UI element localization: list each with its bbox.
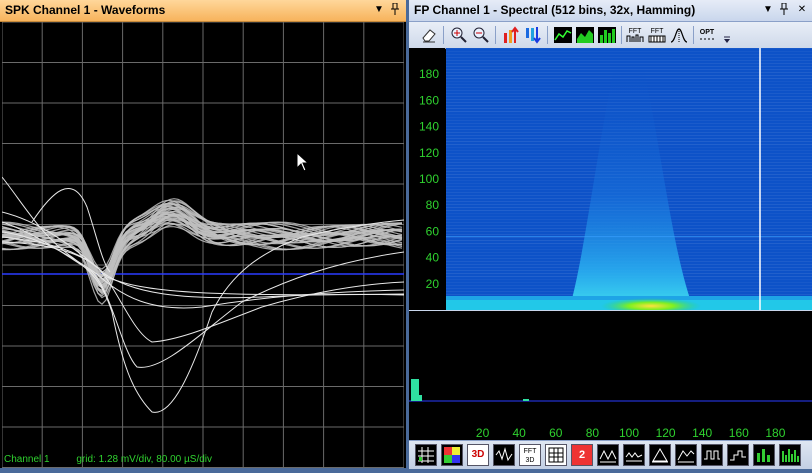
y-tick-label: 40 — [426, 251, 440, 265]
spectrogram-plot[interactable]: 180 160 140 120 100 80 60 40 20 — [409, 48, 812, 314]
x-tick-label: 160 — [728, 426, 749, 440]
spectral-title: FP Channel 1 - Spectral (512 bins, 32x, … — [414, 3, 696, 17]
fft-3d-button[interactable]: FFT 3D — [519, 444, 541, 466]
waveform-status-bar: Channel 1 grid: 1.28 mV/div, 80.00 µS/di… — [4, 454, 236, 465]
x-tick-label: 40 — [512, 426, 526, 440]
pin-icon[interactable] — [388, 2, 402, 17]
y-tick-label: 160 — [419, 93, 439, 107]
eraser-icon[interactable] — [419, 25, 439, 45]
options-icon[interactable]: OPT — [697, 25, 717, 45]
waveform-plot[interactable] — [1, 21, 405, 468]
fft-3d-label: FFT 3D — [523, 448, 537, 464]
zoom-out-icon[interactable] — [471, 25, 491, 45]
dropdown-arrow-icon[interactable]: ▼ — [372, 3, 386, 17]
x-tick-label: 120 — [655, 426, 676, 440]
x-tick-label: 100 — [618, 426, 640, 440]
y-tick-label: 80 — [426, 198, 440, 212]
color-map-icon[interactable] — [441, 444, 463, 466]
spectral-title-bar[interactable]: FP Channel 1 - Spectral (512 bins, 32x, … — [409, 0, 812, 22]
channel-two-button[interactable]: 2 — [571, 444, 593, 466]
fft-bins-icon[interactable]: FFT — [647, 25, 667, 45]
area-graph-icon[interactable] — [575, 25, 595, 45]
pulse-view-icon[interactable] — [701, 444, 723, 466]
waveforms-title: SPK Channel 1 - Waveforms — [5, 3, 166, 17]
scope-view-icon[interactable] — [597, 444, 619, 466]
spectrogram-image — [446, 48, 812, 314]
mouse-cursor-icon — [296, 152, 310, 172]
options-label: OPT — [700, 29, 715, 36]
grid-scale-label: grid: 1.28 mV/div, 80.00 µS/div — [76, 454, 213, 465]
dropdown-arrow-icon[interactable]: ▼ — [761, 3, 775, 17]
channel-label: Channel 1 — [4, 454, 50, 465]
sort-down-icon[interactable] — [523, 25, 543, 45]
y-tick-label: 120 — [419, 146, 439, 160]
x-tick-label: 180 — [765, 426, 786, 440]
waveforms-window[interactable]: SPK Channel 1 - Waveforms ▼ Channel 1 gr… — [0, 0, 406, 468]
x-tick-label: 20 — [475, 426, 490, 440]
bar-graph-icon[interactable] — [597, 25, 617, 45]
toolbar-overflow-icon[interactable] — [717, 25, 730, 45]
histogram-view-icon[interactable] — [753, 444, 775, 466]
close-icon[interactable]: ✕ — [795, 3, 809, 17]
pin-icon[interactable] — [777, 2, 791, 17]
y-tick-label: 100 — [419, 172, 439, 186]
x-tick-label: 60 — [549, 426, 563, 440]
waveform-view-icon[interactable] — [493, 444, 515, 466]
y-tick-label: 20 — [426, 277, 440, 291]
fft-bins-label: FFT — [651, 28, 665, 35]
step-view-icon[interactable] — [727, 444, 749, 466]
3d-view-label: 3D — [471, 449, 485, 460]
grid-toggle-icon[interactable] — [415, 444, 437, 466]
zoom-in-icon[interactable] — [449, 25, 469, 45]
spectral-toolbar: FFT FFT OPT — [409, 22, 812, 49]
line-graph-icon[interactable] — [553, 25, 573, 45]
filtered-view-icon[interactable] — [623, 444, 645, 466]
sort-up-icon[interactable] — [501, 25, 521, 45]
ramp-view-icon[interactable] — [675, 444, 697, 466]
fft-label: FFT — [629, 28, 643, 35]
x-tick-label: 140 — [692, 426, 713, 440]
y-tick-label: 180 — [419, 67, 439, 81]
peak-icon[interactable] — [669, 25, 689, 45]
spectral-window[interactable]: FP Channel 1 - Spectral (512 bins, 32x, … — [409, 0, 812, 469]
channel-two-label: 2 — [578, 449, 586, 461]
triangle-view-icon[interactable] — [649, 444, 671, 466]
x-tick-label: 80 — [585, 426, 600, 440]
fft-icon[interactable]: FFT — [625, 25, 645, 45]
spectral-bottom-toolbar: 3D FFT 3D 2 — [409, 440, 812, 469]
frequency-axis: 20 40 60 80 100 120 140 160 180 — [409, 420, 812, 440]
3d-view-button[interactable]: 3D — [467, 444, 489, 466]
y-tick-label: 140 — [419, 120, 439, 134]
spectrum-bars-icon[interactable] — [779, 444, 801, 466]
waveforms-title-bar[interactable]: SPK Channel 1 - Waveforms ▼ — [0, 0, 406, 22]
table-view-icon[interactable] — [545, 444, 567, 466]
y-tick-label: 60 — [426, 224, 440, 238]
